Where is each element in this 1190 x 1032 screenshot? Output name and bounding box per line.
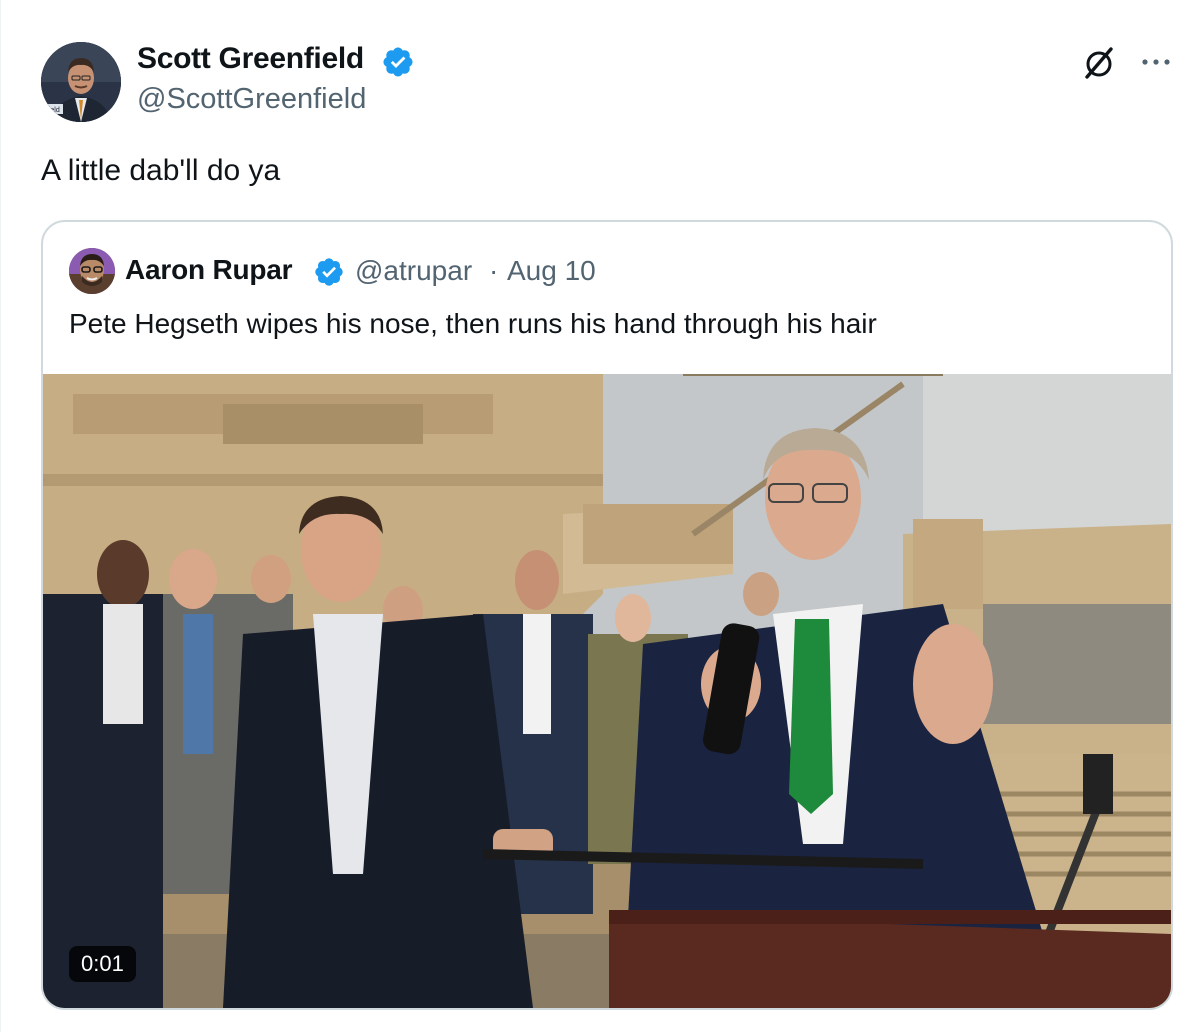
quoted-author-name[interactable]: Aaron Rupar	[125, 254, 293, 286]
quoted-author-avatar[interactable]	[69, 248, 115, 294]
video-duration: 0:01	[69, 946, 136, 982]
tweet-text: A little dab'll do ya	[41, 154, 281, 187]
author-name[interactable]: Scott Greenfield	[137, 42, 364, 76]
video-frame	[43, 374, 1171, 1008]
quoted-tweet-date[interactable]: Aug 10	[507, 255, 596, 287]
more-icon[interactable]	[1139, 52, 1173, 72]
verified-badge-icon	[383, 47, 413, 77]
quoted-tweet-card[interactable]: Aaron Rupar @atrupar · Aug 10 Pete Hegse…	[41, 220, 1173, 1010]
quoted-tweet-text: Pete Hegseth wipes his nose, then runs h…	[69, 308, 877, 339]
quoted-author-handle[interactable]: @atrupar	[355, 255, 472, 287]
separator-dot: ·	[489, 255, 499, 286]
author-avatar[interactable]: nfield	[41, 42, 121, 122]
verified-badge-icon	[315, 258, 343, 286]
grok-icon[interactable]	[1079, 43, 1119, 83]
tweet: nfield Scott Greenfield @ScottGreenfield…	[0, 0, 1190, 1032]
avatar-badge-text: nfield	[43, 107, 60, 114]
author-handle[interactable]: @ScottGreenfield	[137, 83, 366, 116]
video-player[interactable]: 0:01	[43, 374, 1171, 1008]
